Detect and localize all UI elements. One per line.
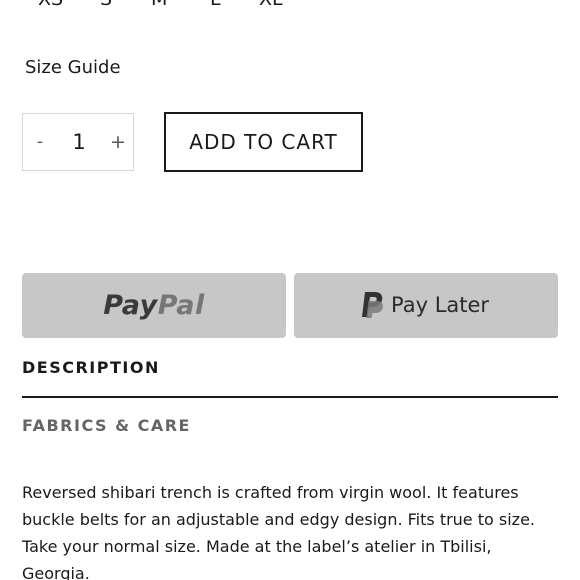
size-option-s[interactable]: S bbox=[100, 0, 112, 10]
add-to-cart-button[interactable]: ADD TO CART bbox=[164, 112, 363, 172]
paypal-button[interactable]: PayPal bbox=[22, 273, 286, 338]
size-option-m[interactable]: M bbox=[151, 0, 167, 10]
quantity-decrease-button[interactable]: - bbox=[25, 114, 55, 170]
tab-divider bbox=[22, 396, 558, 398]
tab-description[interactable]: DESCRIPTION bbox=[22, 358, 160, 377]
size-selector: XS S M L XL bbox=[0, 0, 580, 14]
paypal-pay-later-button[interactable]: Pay Later bbox=[294, 273, 558, 338]
product-description-text: Reversed shibari trench is crafted from … bbox=[22, 483, 535, 580]
paypal-logo: PayPal bbox=[22, 273, 286, 338]
tab-fabrics-care[interactable]: FABRICS & CARE bbox=[22, 416, 191, 435]
size-option-l[interactable]: L bbox=[210, 0, 221, 10]
size-guide-link[interactable]: Size Guide bbox=[25, 57, 121, 78]
size-option-xl[interactable]: XL bbox=[259, 0, 283, 10]
pay-later-label: Pay Later bbox=[391, 293, 490, 317]
paypal-p-icon bbox=[362, 292, 383, 318]
paypal-logo-pal: Pal bbox=[157, 290, 205, 321]
paypal-logo-pay: Pay bbox=[103, 290, 158, 321]
quantity-increase-button[interactable]: + bbox=[103, 114, 133, 170]
quantity-stepper: - 1 + bbox=[22, 113, 134, 171]
product-page: XS S M L XL Size Guide - 1 + ADD TO CART… bbox=[0, 0, 580, 580]
quantity-input[interactable]: 1 bbox=[57, 114, 101, 170]
size-option-xs[interactable]: XS bbox=[38, 0, 63, 10]
